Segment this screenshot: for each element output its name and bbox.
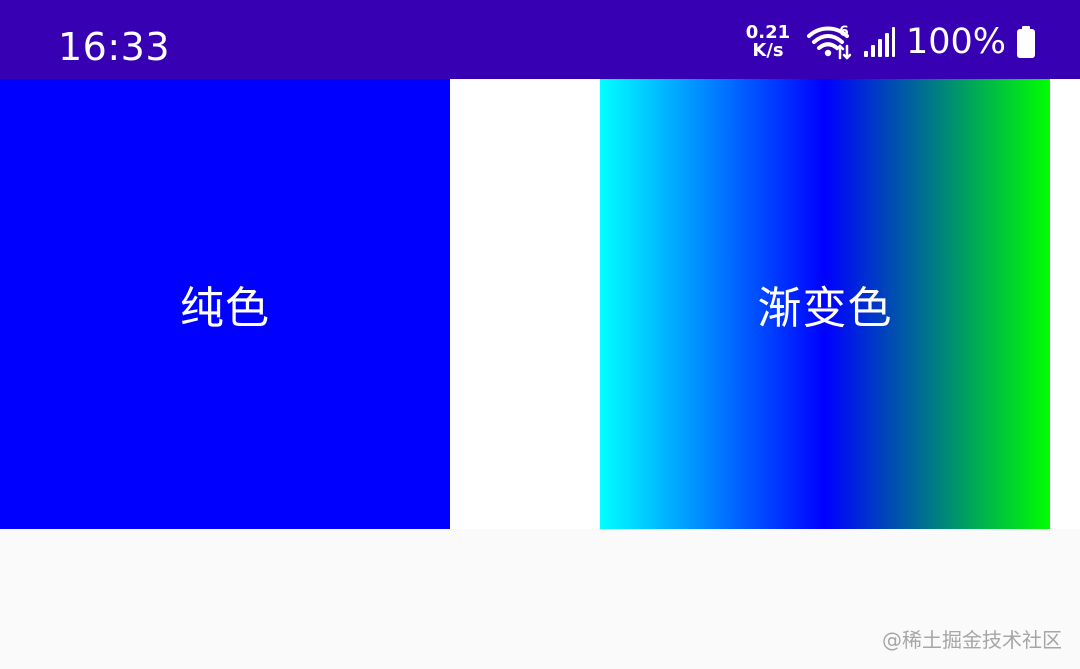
status-bar: 16:33 0.21 K/s 6 100%: [0, 0, 1080, 79]
network-speed: 0.21 K/s: [740, 24, 796, 60]
wifi-icon: 6: [806, 22, 852, 62]
network-speed-unit: K/s: [752, 40, 784, 61]
status-time: 16:33: [58, 25, 171, 69]
watermark-text: @稀土掘金技术社区: [882, 628, 1062, 652]
solid-color-box: 纯色: [0, 79, 450, 529]
battery-icon: [1016, 25, 1036, 59]
solid-color-label: 纯色: [180, 283, 270, 334]
battery-percent: 100%: [906, 21, 1007, 62]
status-icons: 0.21 K/s 6 100%: [740, 18, 1040, 66]
signal-icon: [862, 25, 896, 59]
gradient-color-label: 渐变色: [757, 283, 893, 334]
wifi-6-badge: 6: [839, 24, 849, 40]
gradient-color-box: 渐变色: [600, 79, 1050, 529]
main-content: 纯色 渐变色 @稀土掘金技术社区: [0, 79, 1080, 669]
